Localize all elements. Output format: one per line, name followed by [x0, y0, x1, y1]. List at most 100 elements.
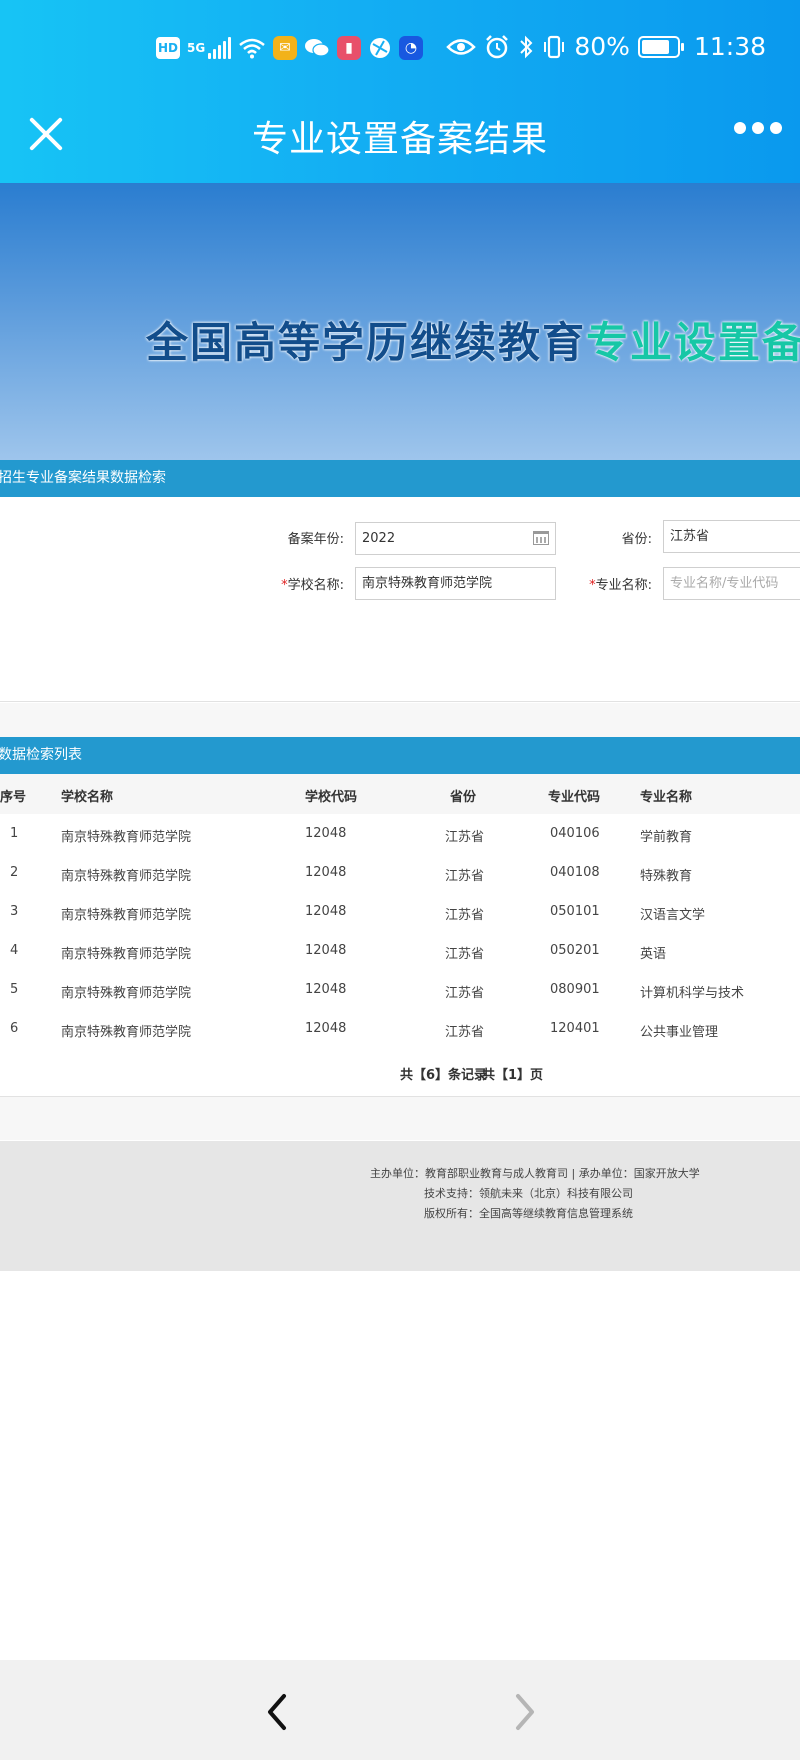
eye-icon	[446, 38, 477, 55]
table-cell-col-major-name: 公共事业管理	[640, 1025, 719, 1040]
school-label: *学校名称:	[234, 574, 344, 593]
table-row: 1 南京特殊教育师范学院 12048 江苏省 040106 学前教育	[0, 814, 800, 853]
table-cell-col-major-name: 英语	[640, 947, 667, 962]
footer-line-organizers: 主办单位：教育部职业教育与成人教育司 | 承办单位：国家开放大学	[370, 1167, 700, 1180]
table-cell-col-school-name: 南京特殊教育师范学院	[61, 947, 192, 962]
bottom-gap	[0, 1096, 800, 1140]
search-section-header: 招生专业备案结果数据检索	[0, 460, 800, 497]
alarm-icon	[486, 34, 509, 58]
table-cell-col-school-name: 南京特殊教育师范学院	[61, 830, 192, 845]
table-header-col-index: 序号	[0, 790, 27, 805]
banner: 全国高等学历继续教育专业设置备案	[0, 183, 800, 460]
year-field[interactable]: 2022	[355, 522, 556, 555]
banner-title-part2: 专业设置备案	[586, 318, 800, 367]
status-right-icons: 80% 11:38	[446, 32, 766, 61]
table-cell-col-index: 6	[10, 1021, 19, 1036]
mail-app-icon: ✉	[273, 36, 297, 60]
pager-records: 共【6】条记录	[400, 1068, 488, 1083]
table-header: 序号 学校名称 学校代码 省份 专业代码 专业名称	[0, 774, 800, 814]
table-cell-col-school-name: 南京特殊教育师范学院	[61, 908, 192, 923]
table-row: 5 南京特殊教育师范学院 12048 江苏省 080901 计算机科学与技术	[0, 970, 800, 1009]
table-cell-col-major-name: 计算机科学与技术	[640, 986, 745, 1001]
footer-line-support: 技术支持：领航未来（北京）科技有限公司	[424, 1187, 633, 1200]
banner-title-part1: 全国高等学历继续教育	[146, 318, 587, 367]
battery-icon	[637, 35, 684, 58]
hd-icon: HD	[156, 37, 180, 59]
table-cell-col-major-name: 特殊教育	[640, 869, 693, 884]
table-header-col-school-name: 学校名称	[61, 790, 114, 805]
signal-icon	[208, 37, 231, 59]
table-cell-col-index: 3	[10, 904, 19, 919]
table-cell-col-school-name: 南京特殊教育师范学院	[61, 986, 192, 1001]
table-cell-col-major-code: 050201	[550, 943, 600, 958]
year-label: 备案年份:	[287, 532, 344, 547]
chevron-left-icon[interactable]	[258, 1690, 298, 1734]
table-cell-col-index: 1	[10, 826, 19, 841]
footer-line-copyright: 版权所有：全国高等继续教育信息管理系统	[424, 1207, 633, 1220]
table-header-col-major-name: 专业名称	[640, 790, 693, 805]
province-select[interactable]: 江苏省	[663, 520, 800, 553]
table-cell-col-major-name: 汉语言文学	[640, 908, 706, 923]
vibrate-icon	[544, 35, 565, 58]
table-cell-col-school-code: 12048	[305, 865, 347, 880]
table-cell-col-province: 江苏省	[445, 869, 485, 884]
bluetooth-icon	[520, 35, 533, 58]
school-input[interactable]: 南京特殊教育师范学院	[355, 567, 556, 600]
status-bar: HD 5G ✉ ▮ ◔ 80% 11:38	[0, 28, 800, 74]
browser-icon	[370, 38, 390, 58]
table-row: 6 南京特殊教育师范学院 12048 江苏省 120401 公共事业管理	[0, 1009, 800, 1048]
province-label: 省份:	[621, 532, 652, 547]
table-cell-col-province: 江苏省	[445, 986, 485, 1001]
table-cell-col-index: 5	[10, 982, 19, 997]
title-bar: 专业设置备案结果	[0, 96, 800, 170]
table-cell-col-major-code: 040106	[550, 826, 600, 841]
school-label-text: 学校名称:	[287, 578, 344, 593]
table-cell-col-index: 4	[10, 943, 19, 958]
table-row: 2 南京特殊教育师范学院 12048 江苏省 040108 特殊教育	[0, 853, 800, 892]
province-value: 江苏省	[670, 529, 710, 544]
site-footer: 主办单位：教育部职业教育与成人教育司 | 承办单位：国家开放大学 技术支持：领航…	[0, 1141, 800, 1271]
battery-fill	[641, 39, 670, 54]
table-cell-col-school-code: 12048	[305, 1021, 347, 1036]
year-value: 2022	[362, 531, 396, 546]
table-header-col-province: 省份	[450, 790, 477, 805]
results-section-title: 数据检索列表	[0, 747, 82, 763]
table-row: 4 南京特殊教育师范学院 12048 江苏省 050201 英语	[0, 931, 800, 970]
browser-bottom-nav	[0, 1660, 800, 1760]
pager-pages: 共【1】页	[482, 1068, 544, 1083]
table-cell-col-province: 江苏省	[445, 830, 485, 845]
search-section-title: 招生专业备案结果数据检索	[0, 470, 166, 486]
table-cell-col-province: 江苏省	[445, 947, 485, 962]
school-value: 南京特殊教育师范学院	[362, 576, 493, 591]
major-label: *专业名称:	[542, 574, 652, 593]
page-title: 专业设置备案结果	[251, 119, 548, 160]
table-cell-col-school-code: 12048	[305, 904, 347, 919]
results-section-header: 数据检索列表	[0, 737, 800, 774]
table-cell-col-school-name: 南京特殊教育师范学院	[61, 1025, 192, 1040]
table-cell-col-major-code: 050101	[550, 904, 600, 919]
table-cell-col-school-code: 12048	[305, 826, 347, 841]
app-header: HD 5G ✉ ▮ ◔ 80% 11:38 专业设置备案结果	[0, 0, 800, 183]
table-cell-col-major-name: 学前教育	[640, 830, 693, 845]
5g-icon: 5G	[187, 40, 206, 55]
battery-percent: 80%	[574, 32, 630, 61]
table-header-col-school-code: 学校代码	[305, 790, 358, 805]
chevron-right-icon[interactable]	[504, 1690, 544, 1734]
bulb-app-icon: ◔	[399, 36, 423, 60]
table-cell-col-school-name: 南京特殊教育师范学院	[61, 869, 192, 884]
table-row: 3 南京特殊教育师范学院 12048 江苏省 050101 汉语言文学	[0, 892, 800, 931]
clock: 11:38	[693, 32, 766, 61]
banner-title: 全国高等学历继续教育专业设置备案	[146, 309, 800, 370]
section-gap	[0, 703, 800, 737]
major-label-text: 专业名称:	[595, 578, 652, 593]
major-input[interactable]: 专业名称/专业代码	[663, 567, 800, 600]
table-cell-col-province: 江苏省	[445, 908, 485, 923]
more-dots-icon[interactable]	[734, 122, 782, 134]
wifi-icon	[239, 38, 265, 59]
wechat-icon	[305, 39, 330, 57]
table-cell-col-province: 江苏省	[445, 1025, 485, 1040]
results-table: 序号 学校名称 学校代码 省份 专业代码 专业名称 1 南京特殊教育师范学院 12048 江苏省…	[0, 774, 800, 1096]
major-placeholder: 专业名称/专业代码	[670, 576, 779, 591]
search-form: 备案年份: 2022 省份: 江苏省 *学校名称: 南京特殊教育师范学院 *专业…	[0, 497, 800, 702]
table-cell-col-major-code: 040108	[550, 865, 600, 880]
